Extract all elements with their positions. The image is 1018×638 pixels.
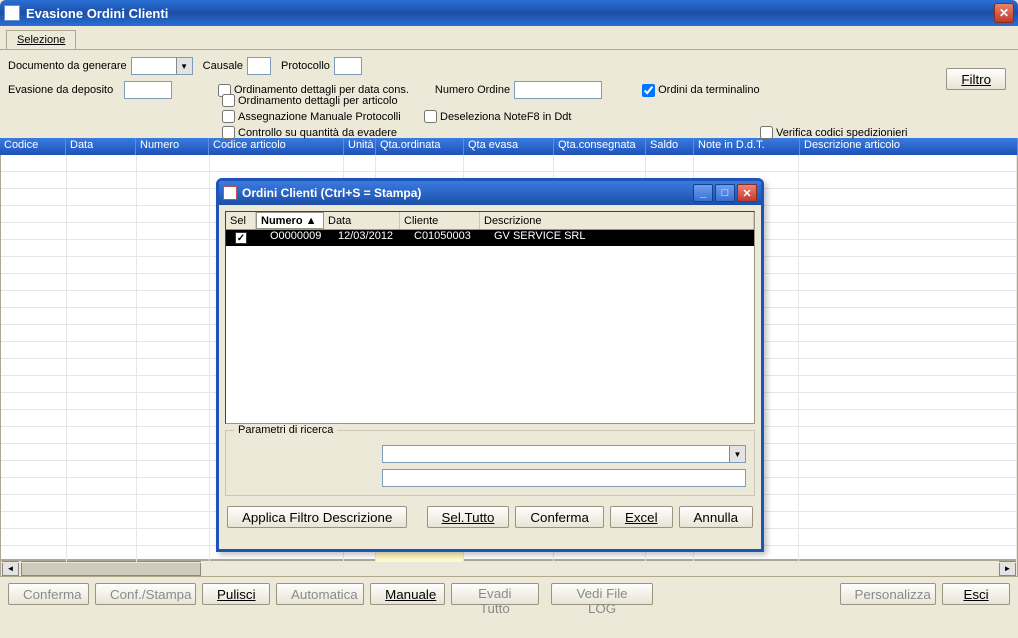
tab-selezione[interactable]: Selezione <box>6 30 76 49</box>
minimize-icon[interactable]: _ <box>693 184 713 202</box>
sort-asc-icon: ▲ <box>306 215 317 227</box>
chk-controllo-qta[interactable]: Controllo su quantità da evadere <box>222 126 397 139</box>
esci-button[interactable]: Esci <box>942 583 1010 605</box>
col-codice[interactable]: Codice <box>0 138 66 155</box>
scroll-left-icon[interactable]: ◄ <box>2 561 19 576</box>
numero-ordine-input[interactable] <box>514 81 602 99</box>
dialog-button-row: Applica Filtro Descrizione Sel.Tutto Con… <box>225 502 755 532</box>
causale-input[interactable] <box>247 57 271 75</box>
sel-tutto-button[interactable]: Sel.Tutto <box>427 506 510 528</box>
dialog-titlebar: Ordini Clienti (Ctrl+S = Stampa) _ □ ✕ <box>219 181 761 205</box>
parametri-input[interactable] <box>382 469 746 487</box>
parametri-label: Parametri di ricerca <box>234 424 337 436</box>
dialog-close-icon[interactable]: ✕ <box>737 184 757 202</box>
col-qta-ordinata[interactable]: Qta.ordinata <box>376 138 464 155</box>
table-row <box>1 155 1017 172</box>
chevron-down-icon: ▼ <box>729 446 745 462</box>
chevron-down-icon: ▼ <box>176 58 192 74</box>
col-note-ddt[interactable]: Note in D.d.T. <box>694 138 800 155</box>
filtro-button[interactable]: Filtro <box>946 68 1006 90</box>
protocollo-label: Protocollo <box>281 60 330 72</box>
parametri-ricerca-group: Parametri di ricerca ▼ <box>225 430 755 496</box>
list-col-cliente[interactable]: Cliente <box>400 212 480 229</box>
personalizza-button[interactable]: Personalizza <box>840 583 937 605</box>
row-descrizione: GV SERVICE SRL <box>490 230 754 246</box>
col-data[interactable]: Data <box>66 138 136 155</box>
list-row[interactable]: ✓ O0000009 12/03/2012 C01050003 GV SERVI… <box>226 230 754 246</box>
ordini-list: Sel Numero ▲ Data Cliente Descrizione ✓ … <box>225 211 755 424</box>
chk-asseg-manuale[interactable]: Assegnazione Manuale Protocolli <box>222 110 401 123</box>
documento-combo[interactable]: ▼ <box>131 57 193 75</box>
annulla-button[interactable]: Annulla <box>679 506 753 528</box>
applica-filtro-button[interactable]: Applica Filtro Descrizione <box>227 506 407 528</box>
maximize-icon[interactable]: □ <box>715 184 735 202</box>
documento-label: Documento da generare <box>8 60 127 72</box>
col-qta-consegnata[interactable]: Qta.consegnata <box>554 138 646 155</box>
parametri-combo[interactable]: ▼ <box>382 445 746 463</box>
automatica-button[interactable]: Automatica <box>276 583 364 605</box>
numero-ordine-label: Numero Ordine <box>435 84 510 96</box>
conferma-button[interactable]: Conferma <box>8 583 89 605</box>
protocollo-input[interactable] <box>334 57 362 75</box>
chk-verifica-sped[interactable]: Verifica codici spedizionieri <box>760 126 907 139</box>
ordini-clienti-dialog: Ordini Clienti (Ctrl+S = Stampa) _ □ ✕ S… <box>216 178 764 552</box>
excel-button[interactable]: Excel <box>610 506 673 528</box>
list-col-descrizione[interactable]: Descrizione <box>480 212 754 229</box>
main-titlebar: Evasione Ordini Clienti ✕ <box>0 0 1018 26</box>
scroll-right-icon[interactable]: ► <box>999 561 1016 576</box>
chk-ord-articolo[interactable]: Ordinamento dettagli per articolo <box>222 94 398 107</box>
row-cliente: C01050003 <box>410 230 490 246</box>
manuale-button[interactable]: Manuale <box>370 583 445 605</box>
scroll-thumb[interactable] <box>21 561 201 576</box>
bottom-toolbar: Conferma Conf./Stampa Pulisci Automatica… <box>0 577 1018 611</box>
list-header: Sel Numero ▲ Data Cliente Descrizione <box>226 212 754 230</box>
list-col-sel[interactable]: Sel <box>226 212 256 229</box>
col-unita[interactable]: Unità <box>344 138 376 155</box>
row-sel-checkbox[interactable]: ✓ <box>226 230 256 246</box>
tabstrip: Selezione <box>0 26 1018 50</box>
col-codice-articolo[interactable]: Codice articolo <box>209 138 344 155</box>
chk-desel-note[interactable]: Deseleziona NoteF8 in Ddt <box>424 110 571 123</box>
pulisci-button[interactable]: Pulisci <box>202 583 270 605</box>
list-col-data[interactable]: Data <box>324 212 400 229</box>
evasione-input[interactable] <box>124 81 172 99</box>
chk-ordini-terminalino[interactable]: Ordini da terminalino <box>642 84 760 97</box>
conf-stampa-button[interactable]: Conf./Stampa <box>95 583 196 605</box>
vedi-log-button[interactable]: Vedi File LOG <box>551 583 653 605</box>
row-data: 12/03/2012 <box>334 230 410 246</box>
app-icon <box>4 5 20 21</box>
row-numero: O0000009 <box>266 230 334 246</box>
evasione-label: Evasione da deposito <box>8 84 120 96</box>
causale-label: Causale <box>203 60 243 72</box>
list-col-numero[interactable]: Numero ▲ <box>256 212 324 229</box>
close-icon[interactable]: ✕ <box>994 3 1014 23</box>
grid-header: Codice Data Numero Codice articolo Unità… <box>0 138 1018 155</box>
col-desc-articolo[interactable]: Descrizione articolo <box>800 138 1018 155</box>
col-numero[interactable]: Numero <box>136 138 209 155</box>
dialog-icon <box>223 186 237 200</box>
evadi-tutto-button[interactable]: Evadi Tutto <box>451 583 539 605</box>
dialog-conferma-button[interactable]: Conferma <box>515 506 604 528</box>
dialog-title: Ordini Clienti (Ctrl+S = Stampa) <box>242 186 421 200</box>
col-saldo[interactable]: Saldo <box>646 138 694 155</box>
window-title: Evasione Ordini Clienti <box>26 6 168 21</box>
filter-form: Documento da generare ▼ Causale Protocol… <box>0 50 1018 138</box>
col-qta-evasa[interactable]: Qta evasa <box>464 138 554 155</box>
